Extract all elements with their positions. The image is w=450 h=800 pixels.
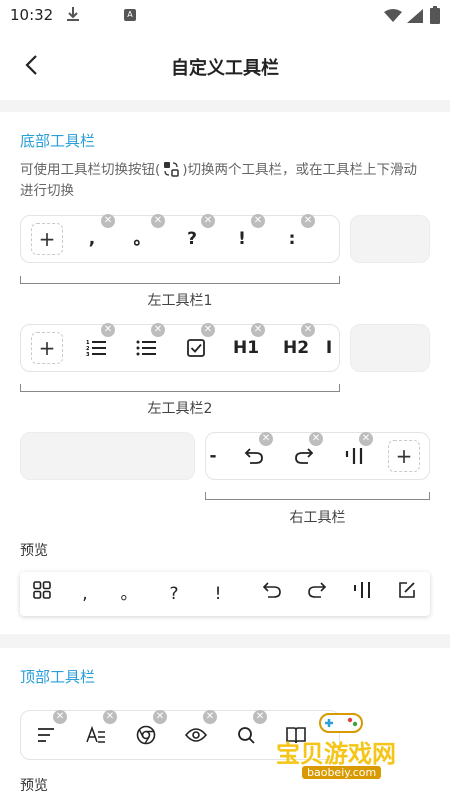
- empty-slot-left: [20, 432, 195, 480]
- delete-badge-icon[interactable]: ✕: [101, 323, 115, 337]
- delete-badge-icon[interactable]: ✕: [101, 214, 115, 228]
- toolbar-switch-icon: [160, 161, 182, 179]
- preview-item-question[interactable]: ?: [160, 580, 188, 608]
- toolbar-item-italic[interactable]: I: [322, 330, 336, 366]
- delete-badge-icon[interactable]: ✕: [251, 214, 265, 228]
- left-toolbar-2-label: 左工具栏2: [147, 401, 213, 417]
- delete-badge-icon[interactable]: ✕: [103, 710, 117, 724]
- delete-badge-icon[interactable]: ✕: [253, 710, 267, 724]
- bracket-right: [205, 492, 430, 500]
- gamepad-icon: [319, 713, 363, 733]
- bracket-left-1: [20, 276, 340, 284]
- delete-badge-icon[interactable]: ✕: [151, 323, 165, 337]
- top-preview-label: 预览: [20, 778, 48, 794]
- app-header: 自定义工具栏: [0, 32, 450, 100]
- delete-badge-icon[interactable]: ✕: [53, 710, 67, 724]
- bracket-left-2: [20, 384, 340, 392]
- toolbar-item-dash[interactable]: -: [206, 438, 220, 474]
- bottom-toolbar-title: 底部工具栏: [20, 132, 96, 150]
- preview-item-exclaim[interactable]: !: [204, 580, 232, 608]
- delete-badge-icon[interactable]: ✕: [309, 432, 323, 446]
- signal-icon: [407, 8, 423, 27]
- add-item-button[interactable]: +: [31, 332, 63, 364]
- bottom-toolbar-description: 可使用工具栏切换按钮()切换两个工具栏，或在工具栏上下滑动进行切换: [20, 161, 418, 199]
- grid-icon[interactable]: [28, 580, 56, 608]
- delete-badge-icon[interactable]: ✕: [201, 214, 215, 228]
- preview-label: 预览: [20, 543, 48, 559]
- preview-item-comma[interactable]: ,: [71, 580, 99, 608]
- empty-slot-right: [350, 215, 430, 263]
- delete-badge-icon[interactable]: ✕: [201, 323, 215, 337]
- empty-slot-right: [350, 324, 430, 372]
- preview-item-period[interactable]: 。: [115, 580, 143, 608]
- edit-icon[interactable]: [393, 580, 421, 608]
- delete-badge-icon[interactable]: ✕: [301, 214, 315, 228]
- bottom-toolbar-preview: , 。 ? !: [20, 572, 430, 616]
- add-item-button[interactable]: +: [31, 223, 63, 255]
- wifi-icon: [384, 8, 402, 27]
- battery-icon: [430, 6, 440, 28]
- status-bar: 10:32 A: [0, 0, 450, 32]
- delete-badge-icon[interactable]: ✕: [251, 323, 265, 337]
- delete-badge-icon[interactable]: ✕: [259, 432, 273, 446]
- top-toolbar-title: 顶部工具栏: [20, 668, 96, 686]
- status-time: 10:32: [10, 6, 54, 24]
- page-title: 自定义工具栏: [171, 58, 279, 79]
- delete-badge-icon[interactable]: ✕: [301, 323, 315, 337]
- a-badge-icon: A: [124, 9, 136, 21]
- svg-text:3: 3: [86, 352, 90, 357]
- right-toolbar-label: 右工具栏: [289, 510, 346, 526]
- watermark-text: 宝贝游戏网: [276, 739, 396, 768]
- download-icon: [66, 6, 80, 26]
- add-item-button[interactable]: +: [388, 440, 420, 472]
- redo-icon[interactable]: [303, 580, 331, 608]
- left-toolbar-1-label: 左工具栏1: [147, 293, 213, 309]
- delete-badge-icon[interactable]: ✕: [359, 432, 373, 446]
- delete-badge-icon[interactable]: ✕: [153, 710, 167, 724]
- watermark-logo: 宝贝游戏网 baobeiy.com: [272, 710, 422, 796]
- divider-icon[interactable]: [348, 580, 376, 608]
- delete-badge-icon[interactable]: ✕: [151, 214, 165, 228]
- delete-badge-icon[interactable]: ✕: [203, 710, 217, 724]
- watermark-url: baobeiy.com: [302, 766, 382, 779]
- undo-icon[interactable]: [258, 580, 286, 608]
